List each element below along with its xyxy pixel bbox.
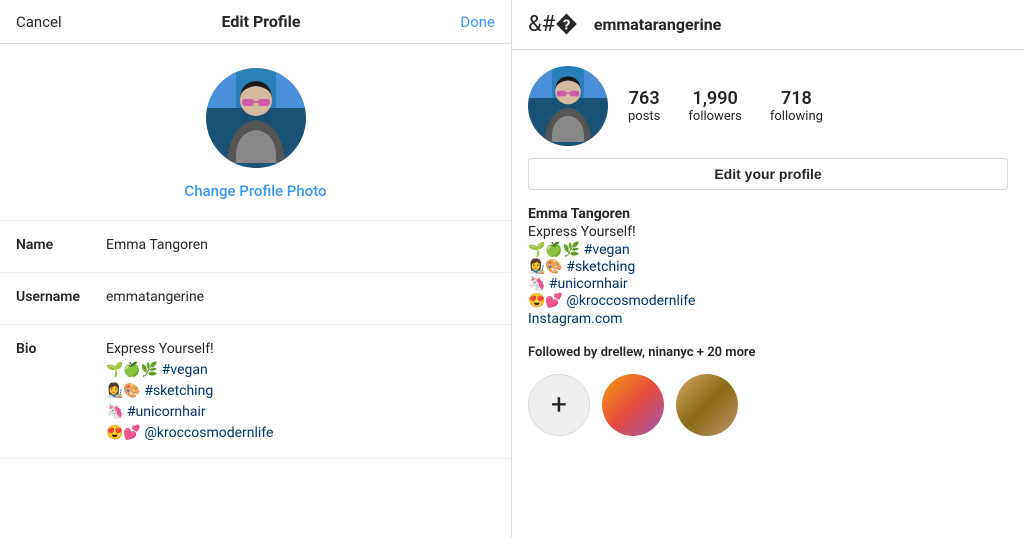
add-story-button[interactable]: + bbox=[528, 374, 590, 436]
edit-profile-header: Cancel Edit Profile Done bbox=[0, 0, 511, 44]
plus-icon: + bbox=[551, 391, 567, 419]
profile-info-section: 763 posts 1,990 followers 718 following bbox=[512, 50, 1024, 158]
back-button[interactable]: &#� bbox=[528, 12, 578, 37]
change-photo-button[interactable]: Change Profile Photo bbox=[184, 182, 326, 200]
done-button[interactable]: Done bbox=[460, 13, 495, 31]
bio-link[interactable]: Instagram.com bbox=[528, 311, 1008, 327]
followed-by-names: drellew, ninanyc bbox=[601, 345, 694, 360]
bio-section: Emma Tangoren Express Yourself! 🌱🍏🌿 #veg… bbox=[512, 202, 1024, 335]
name-value[interactable]: Emma Tangoren bbox=[106, 235, 495, 256]
username-label: Username bbox=[16, 287, 106, 305]
bio-line-mention: 😍💕 @kroccosmodernlife bbox=[528, 293, 1008, 309]
bio-line-unicornhair: 🦄 #unicornhair bbox=[528, 276, 1008, 292]
story-circle-food[interactable] bbox=[602, 374, 664, 436]
bio-field-row: Bio Express Yourself! 🌱🍏🌿 #vegan 👩‍🎨🎨 #s… bbox=[0, 325, 511, 459]
bio-line-vegan: 🌱🍏🌿 #vegan bbox=[528, 242, 1008, 258]
following-count: 718 bbox=[781, 88, 812, 109]
avatar-right bbox=[528, 66, 608, 146]
following-stat: 718 following bbox=[770, 88, 823, 124]
followed-by-section: Followed by drellew, ninanyc + 20 more bbox=[512, 335, 1024, 366]
profile-photo-section: Change Profile Photo bbox=[0, 44, 511, 221]
bio-express: Express Yourself! bbox=[528, 224, 1008, 240]
followers-label: followers bbox=[688, 109, 741, 124]
name-field-row: Name Emma Tangoren bbox=[0, 221, 511, 273]
username-field-row: Username emmatangerine bbox=[0, 273, 511, 325]
following-label: following bbox=[770, 109, 823, 124]
followed-by-prefix: Followed by bbox=[528, 345, 601, 360]
story-circle-animal[interactable] bbox=[676, 374, 738, 436]
story-circles: + bbox=[512, 366, 1024, 444]
posts-stat: 763 posts bbox=[628, 88, 660, 124]
profile-header: &#� emmatarangerine bbox=[512, 0, 1024, 50]
name-label: Name bbox=[16, 235, 106, 253]
profile-username: emmatarangerine bbox=[594, 15, 722, 34]
profile-view-panel: &#� emmatarangerine bbox=[512, 0, 1024, 538]
bio-fullname: Emma Tangoren bbox=[528, 206, 1008, 222]
avatar-left bbox=[206, 68, 306, 168]
bio-label: Bio bbox=[16, 339, 106, 357]
bio-value[interactable]: Express Yourself! 🌱🍏🌿 #vegan 👩‍🎨🎨 #sketc… bbox=[106, 339, 495, 444]
edit-profile-button[interactable]: Edit your profile bbox=[528, 158, 1008, 190]
username-value[interactable]: emmatangerine bbox=[106, 287, 495, 308]
edit-profile-title: Edit Profile bbox=[221, 12, 300, 31]
followers-stat: 1,990 followers bbox=[688, 88, 741, 124]
followers-count: 1,990 bbox=[692, 88, 737, 109]
form-fields: Name Emma Tangoren Username emmatangerin… bbox=[0, 221, 511, 459]
posts-count: 763 bbox=[629, 88, 660, 109]
profile-stats: 763 posts 1,990 followers 718 following bbox=[628, 88, 1008, 124]
edit-profile-panel: Cancel Edit Profile Done bbox=[0, 0, 512, 538]
bio-line-sketching: 👩‍🎨🎨 #sketching bbox=[528, 259, 1008, 275]
cancel-button[interactable]: Cancel bbox=[16, 13, 62, 31]
edit-profile-btn-section: Edit your profile bbox=[512, 158, 1024, 202]
followed-by-suffix: + 20 more bbox=[694, 345, 756, 360]
posts-label: posts bbox=[628, 109, 660, 124]
